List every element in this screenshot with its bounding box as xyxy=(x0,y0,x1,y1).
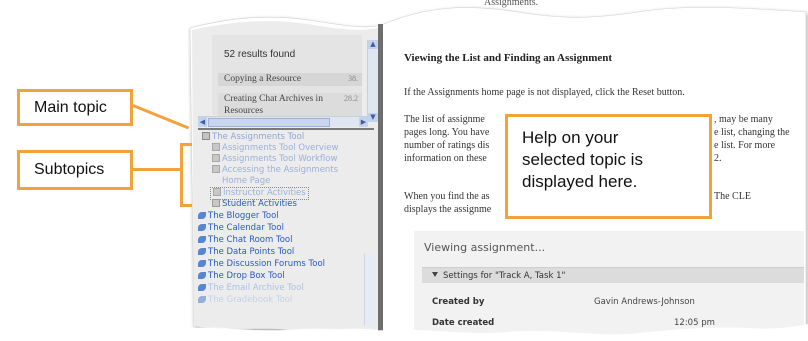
panel-title: Viewing assignment... xyxy=(424,241,546,254)
results-vertical-scrollbar[interactable]: ▲ ▼ xyxy=(367,40,378,122)
scroll-right-icon[interactable]: ▶ xyxy=(359,117,368,127)
scroll-up-icon[interactable]: ▲ xyxy=(368,40,378,49)
subtopics-leader xyxy=(133,168,181,171)
page-icon xyxy=(212,165,220,173)
topic-icon xyxy=(202,132,210,140)
document-paragraph-right: , may be many e list, changing the e lis… xyxy=(714,114,790,164)
page-icon xyxy=(212,143,220,151)
help-content-callout: Help on your selected topic is displayed… xyxy=(505,114,712,219)
document-paragraph-right: The CLE xyxy=(714,191,751,202)
tree-subitem[interactable]: Assignments Tool Workflow xyxy=(212,154,337,165)
subtopics-bracket xyxy=(180,143,183,207)
tree-item-blogger[interactable]: The Blogger Tool xyxy=(198,211,279,222)
book-icon xyxy=(198,284,206,291)
result-title: Copying a Resource xyxy=(224,74,302,84)
book-icon xyxy=(198,260,206,267)
tree-item-calendar[interactable]: The Calendar Tool xyxy=(198,223,284,234)
tree-item-chat-room[interactable]: The Chat Room Tool xyxy=(198,235,293,246)
tree-subitem-student[interactable]: Student Activities xyxy=(212,199,297,210)
result-row-chat-archives[interactable]: Creating Chat Archives in Resources 28.2 xyxy=(218,93,362,117)
results-count: 52 results found xyxy=(224,49,296,60)
tree-subitem-continued[interactable]: Home Page xyxy=(222,176,270,187)
document-heading: Viewing the List and Finding an Assignme… xyxy=(404,52,613,64)
tree-item-discussion-forums[interactable]: The Discussion Forums Tool xyxy=(198,259,325,270)
scroll-left-icon[interactable]: ◀ xyxy=(198,117,207,127)
subtopics-callout: Subtopics xyxy=(17,150,133,190)
tree-item-assignments-tool[interactable]: The Assignments Tool xyxy=(202,132,304,143)
document-top-fragment: Assignments. xyxy=(484,0,539,8)
pane-divider[interactable] xyxy=(198,128,374,130)
results-horizontal-scrollbar[interactable]: ◀ ▶ xyxy=(198,116,368,127)
book-icon xyxy=(198,212,206,219)
tree-subitem[interactable]: Assignments Tool Overview xyxy=(212,143,338,154)
page-icon xyxy=(212,199,220,207)
subtopics-bracket-top xyxy=(180,143,192,146)
result-score: 28.2 xyxy=(344,94,358,103)
book-icon xyxy=(198,248,206,255)
tree-subitem[interactable]: Accessing the Assignments xyxy=(212,165,338,176)
search-results-panel: 52 results found Copying a Resource 38. … xyxy=(212,35,362,117)
page-icon xyxy=(212,154,220,162)
torn-edge xyxy=(188,324,808,341)
document-paragraph: If the Assignments home page is not disp… xyxy=(404,87,685,98)
page-icon xyxy=(213,188,221,196)
scrollbar-thumb[interactable] xyxy=(208,118,330,127)
settings-bar[interactable]: Settings for "Track A, Task 1" xyxy=(422,267,804,283)
tree-item-email-archive[interactable]: The Email Archive Tool xyxy=(198,283,304,294)
tree-item-drop-box[interactable]: The Drop Box Tool xyxy=(198,271,285,282)
scroll-down-icon[interactable]: ▼ xyxy=(368,113,378,122)
book-icon xyxy=(198,272,206,279)
book-icon xyxy=(198,236,206,243)
collapse-triangle-icon[interactable] xyxy=(432,272,438,277)
result-row-copying-resource[interactable]: Copying a Resource 38. xyxy=(218,73,362,86)
tree-item-data-points[interactable]: The Data Points Tool xyxy=(198,247,294,258)
main-topic-callout: Main topic xyxy=(17,89,133,126)
result-score: 38. xyxy=(348,74,358,83)
subtopics-bracket-bottom xyxy=(180,204,192,207)
main-topic-leader xyxy=(132,104,190,130)
help-navigation-pane: 52 results found Copying a Resource 38. … xyxy=(192,30,378,326)
book-icon xyxy=(198,224,206,231)
result-title: Creating Chat Archives in Resources xyxy=(224,94,323,116)
